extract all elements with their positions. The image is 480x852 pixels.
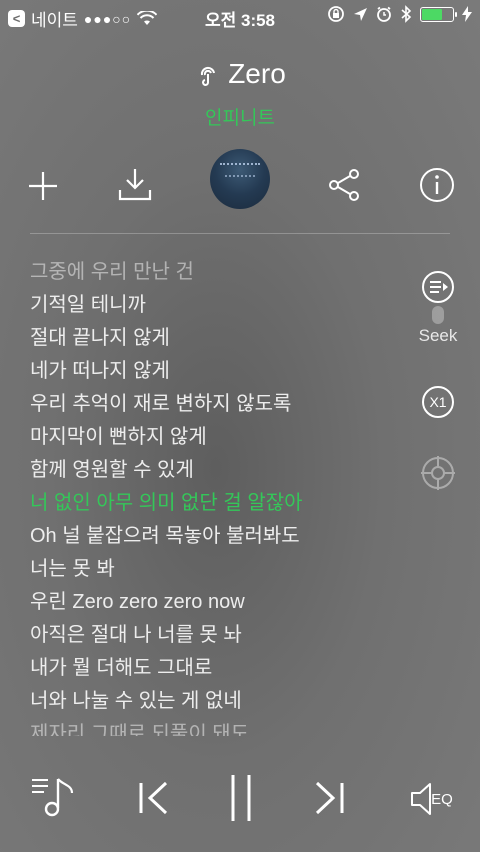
add-icon[interactable] bbox=[25, 168, 61, 204]
seek-icon[interactable] bbox=[420, 269, 456, 305]
lyric-line[interactable]: 네가 떠나지 않게 bbox=[30, 355, 410, 388]
share-icon[interactable] bbox=[326, 166, 362, 204]
lock-rotation-icon bbox=[328, 6, 344, 22]
pause-icon[interactable] bbox=[226, 772, 256, 824]
lyric-line[interactable]: 제자리 그때로 되풀이 돼도 bbox=[30, 718, 410, 736]
previous-icon[interactable] bbox=[134, 778, 172, 818]
song-title-wrap: Zero bbox=[194, 58, 286, 90]
lyric-line[interactable]: 절대 끝나지 않게 bbox=[30, 322, 410, 355]
lyric-line[interactable]: 마지막이 뻔하지 않게 bbox=[30, 421, 410, 454]
lyric-line[interactable]: 그중에 우리 만난 건 bbox=[30, 256, 410, 289]
lyric-line[interactable]: 기적일 테니까 bbox=[30, 289, 410, 322]
lyrics-list[interactable]: 그중에 우리 만난 건 기적일 테니까 절대 끝나지 않게 네가 떠나지 않게 우리 추… bbox=[30, 256, 410, 736]
album-art[interactable] bbox=[210, 149, 270, 209]
eq-icon[interactable]: EQ bbox=[404, 780, 458, 818]
lyric-line[interactable]: 너는 못 봐 bbox=[30, 553, 410, 586]
seek-label: Seek bbox=[418, 326, 458, 345]
divider bbox=[30, 233, 450, 234]
lyric-line[interactable]: 너 없인 아무 의미 없단 걸 알잖아 bbox=[30, 487, 410, 520]
status-bar: < 네이트 ●●●○○ 오전 3:58 bbox=[0, 0, 480, 32]
alarm-icon bbox=[377, 6, 391, 22]
speed-label: X1 bbox=[429, 394, 446, 410]
info-icon[interactable] bbox=[418, 166, 456, 204]
song-header: Zero bbox=[0, 58, 480, 92]
song-title: Zero bbox=[228, 58, 286, 89]
location-icon bbox=[354, 7, 367, 21]
artist-name[interactable]: 인피니트 bbox=[0, 103, 480, 130]
seek-toggle[interactable] bbox=[432, 306, 444, 324]
battery-icon bbox=[420, 6, 457, 22]
download-icon[interactable] bbox=[115, 164, 155, 204]
playlist-icon[interactable] bbox=[28, 770, 78, 822]
lyric-line[interactable]: 내가 뭘 더해도 그대로 bbox=[30, 652, 410, 685]
next-icon[interactable] bbox=[311, 778, 349, 818]
eq-label: EQ bbox=[431, 790, 453, 808]
audio-note-icon bbox=[201, 66, 216, 86]
bluetooth-icon bbox=[401, 5, 412, 23]
lyric-line[interactable]: Oh 널 붙잡으려 목놓아 불러봐도 bbox=[30, 520, 410, 553]
lyric-line[interactable]: 우린 Zero zero zero now bbox=[30, 586, 410, 619]
lyric-line[interactable]: 함께 영원할 수 있게 bbox=[30, 454, 410, 487]
charging-icon bbox=[462, 6, 472, 22]
lyric-line[interactable]: 너와 나눌 수 있는 게 없네 bbox=[30, 685, 410, 718]
lyric-line[interactable]: 아직은 절대 나 너를 못 놔 bbox=[30, 619, 410, 652]
target-icon[interactable] bbox=[420, 455, 456, 491]
speed-icon[interactable]: X1 bbox=[420, 384, 456, 420]
lyric-line[interactable]: 우리 추억이 재로 변하지 않도록 bbox=[30, 388, 410, 421]
